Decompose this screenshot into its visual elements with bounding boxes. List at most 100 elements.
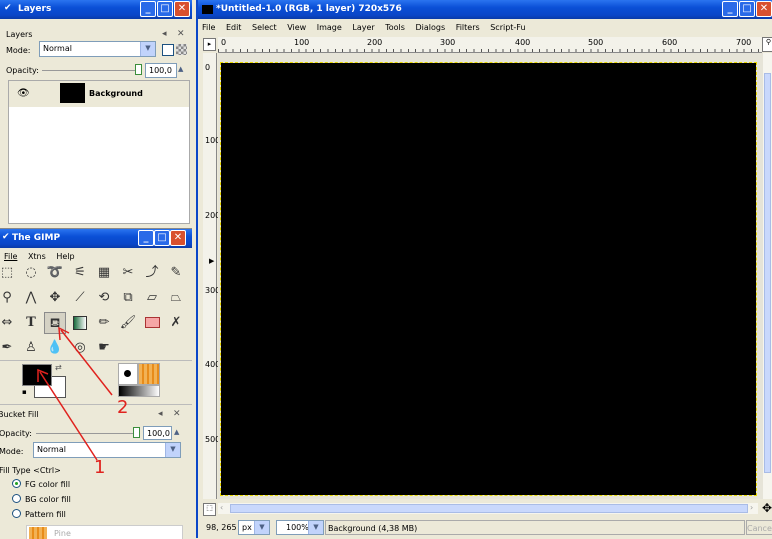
default-colors-icon[interactable]: ▪ bbox=[22, 388, 27, 396]
scissors-tool[interactable]: ✂ bbox=[117, 262, 139, 284]
pattern-fill-radio[interactable] bbox=[12, 509, 21, 518]
bg-fill-radio[interactable] bbox=[12, 494, 21, 503]
maximize-button[interactable]: □ bbox=[739, 1, 755, 17]
crop-tool[interactable]: ⟋ bbox=[69, 287, 91, 309]
perspective-tool[interactable]: ⏢ bbox=[165, 287, 187, 309]
horizontal-scroll-thumb[interactable] bbox=[230, 504, 748, 513]
keep-transparency-checkbox[interactable] bbox=[162, 44, 174, 56]
ruler-label: 300 bbox=[440, 38, 456, 47]
clone-tool[interactable]: ♙ bbox=[20, 337, 42, 359]
ink-tool[interactable]: ✒ bbox=[0, 337, 18, 359]
rect-select-tool[interactable]: ⬚ bbox=[0, 262, 18, 284]
zoom-fit-button[interactable]: ⚲ bbox=[762, 37, 772, 52]
eye-icon[interactable]: 👁 bbox=[17, 88, 30, 99]
ellipse-select-tool[interactable]: ◌ bbox=[20, 262, 42, 284]
fg-color-swatch[interactable] bbox=[22, 364, 52, 386]
mode-dropdown[interactable]: Normal ▼ bbox=[33, 442, 181, 458]
paintbrush-tool[interactable]: 🖌 bbox=[117, 312, 139, 334]
horizontal-scrollbar[interactable]: ‹ › bbox=[218, 503, 758, 514]
scroll-right-icon[interactable]: › bbox=[750, 503, 753, 512]
shear-tool[interactable]: ▱ bbox=[141, 287, 163, 309]
menu-item-edit[interactable]: Edit bbox=[222, 21, 246, 34]
mode-dropdown[interactable]: Normal ▼ bbox=[39, 41, 156, 57]
spinner-arrows-icon[interactable]: ▲ bbox=[174, 428, 179, 436]
menu-item-tools[interactable]: Tools bbox=[381, 21, 409, 34]
opacity-spinbox[interactable]: 100,0 bbox=[143, 426, 172, 440]
bucket-fill-tool[interactable]: ⛾ bbox=[44, 312, 66, 334]
blend-tool[interactable] bbox=[69, 312, 91, 334]
opacity-slider-handle[interactable] bbox=[135, 64, 142, 75]
pattern-selector[interactable]: Pine bbox=[26, 525, 183, 539]
maximize-button[interactable]: □ bbox=[154, 230, 170, 246]
pattern-preview[interactable] bbox=[138, 363, 160, 385]
canvas-viewport[interactable] bbox=[218, 53, 763, 499]
chevron-down-icon: ▼ bbox=[308, 521, 323, 534]
color-select-tool[interactable]: ▦ bbox=[93, 262, 115, 284]
close-button[interactable]: ✕ bbox=[756, 1, 772, 17]
blur-tool[interactable]: 💧 bbox=[44, 337, 66, 359]
vertical-scrollbar[interactable] bbox=[763, 53, 772, 499]
eraser-tool[interactable] bbox=[141, 312, 163, 334]
vertical-scroll-thumb[interactable] bbox=[764, 73, 771, 473]
toolbox-titlebar[interactable]: ✔ The GIMP _ □ ✕ bbox=[0, 229, 192, 248]
color-picker-tool[interactable]: ✎ bbox=[165, 262, 187, 284]
minimize-button[interactable]: _ bbox=[138, 230, 154, 246]
quick-mask-toggle[interactable]: ⬚ bbox=[203, 503, 216, 516]
gradient-preview[interactable] bbox=[118, 385, 160, 397]
menu-item-script-fu[interactable]: Script-Fu bbox=[486, 21, 529, 34]
airbrush-tool[interactable]: ✗ bbox=[165, 312, 187, 334]
scale-tool[interactable]: ⧉ bbox=[117, 287, 139, 309]
flip-tool[interactable]: ⇔ bbox=[0, 312, 18, 334]
close-tab-icon[interactable]: ✕ bbox=[173, 409, 181, 419]
menu-item-file[interactable]: File bbox=[198, 21, 219, 34]
close-button[interactable]: ✕ bbox=[170, 230, 186, 246]
fuzzy-select-tool[interactable]: ⚟ bbox=[69, 262, 91, 284]
layers-title: Layers bbox=[18, 4, 52, 14]
unit-dropdown[interactable]: px ▼ bbox=[238, 520, 270, 535]
pin-icon[interactable]: ◂ bbox=[162, 29, 167, 39]
free-select-tool[interactable]: ➰ bbox=[44, 262, 66, 284]
menu-item-layer[interactable]: Layer bbox=[348, 21, 378, 34]
scroll-left-icon[interactable]: ‹ bbox=[220, 503, 223, 512]
brush-preview[interactable] bbox=[118, 363, 138, 385]
menu-item-select[interactable]: Select bbox=[248, 21, 281, 34]
menu-item-view[interactable]: View bbox=[283, 21, 310, 34]
layers-header: Layers bbox=[6, 30, 33, 39]
zoom-tool[interactable]: ⚲ bbox=[0, 287, 18, 309]
tool-grid: ⬚ ◌ ➰ ⚟ ▦ ✂ ⤴ ✎ ⚲ ⋀ ✥ ⟋ ⟲ ⧉ ▱ ⏢ ⇔ T ⛾ ✏ … bbox=[0, 262, 192, 358]
rotate-tool[interactable]: ⟲ bbox=[93, 287, 115, 309]
layer-row[interactable]: 👁 Background bbox=[9, 81, 189, 107]
dodge-burn-tool[interactable]: ◎ bbox=[69, 337, 91, 359]
layers-titlebar[interactable]: ✔ Layers _ □ ✕ bbox=[0, 0, 192, 19]
navigate-icon[interactable]: ✥ bbox=[762, 501, 772, 515]
image-titlebar[interactable]: *Untitled-1.0 (RGB, 1 layer) 720x576 _ □… bbox=[198, 0, 772, 19]
maximize-button[interactable]: □ bbox=[157, 1, 173, 17]
checkmark-icon: ✔ bbox=[4, 3, 12, 13]
measure-tool[interactable]: ⋀ bbox=[20, 287, 42, 309]
smudge-tool[interactable]: ☛ bbox=[93, 337, 115, 359]
paths-tool[interactable]: ⤴ bbox=[141, 262, 163, 284]
opacity-slider-handle[interactable] bbox=[133, 427, 140, 438]
opacity-slider-track[interactable] bbox=[42, 70, 136, 71]
fg-fill-radio[interactable] bbox=[12, 479, 21, 488]
swap-colors-icon[interactable]: ⇄ bbox=[55, 363, 62, 372]
move-tool[interactable]: ✥ bbox=[44, 287, 66, 309]
image-canvas[interactable] bbox=[220, 62, 757, 496]
spinner-arrows-icon[interactable]: ▲ bbox=[178, 65, 183, 73]
pencil-tool[interactable]: ✏ bbox=[93, 312, 115, 334]
menu-item-filters[interactable]: Filters bbox=[452, 21, 484, 34]
image-window: *Untitled-1.0 (RGB, 1 layer) 720x576 _ □… bbox=[196, 0, 772, 538]
image-menu-button[interactable]: ▸ bbox=[203, 38, 216, 51]
menu-item-image[interactable]: Image bbox=[313, 21, 346, 34]
close-tab-icon[interactable]: ✕ bbox=[177, 29, 185, 39]
opacity-spinbox[interactable]: 100,0 bbox=[145, 63, 177, 78]
close-button[interactable]: ✕ bbox=[174, 1, 190, 17]
minimize-button[interactable]: _ bbox=[140, 1, 156, 17]
opacity-slider-track[interactable] bbox=[36, 433, 134, 434]
pin-icon[interactable]: ◂ bbox=[158, 409, 163, 419]
text-tool[interactable]: T bbox=[20, 312, 42, 334]
minimize-button[interactable]: _ bbox=[722, 1, 738, 17]
menu-item-dialogs[interactable]: Dialogs bbox=[411, 21, 449, 34]
cancel-button[interactable]: Cancel bbox=[746, 520, 772, 535]
zoom-dropdown[interactable]: 100% ▼ bbox=[276, 520, 324, 535]
